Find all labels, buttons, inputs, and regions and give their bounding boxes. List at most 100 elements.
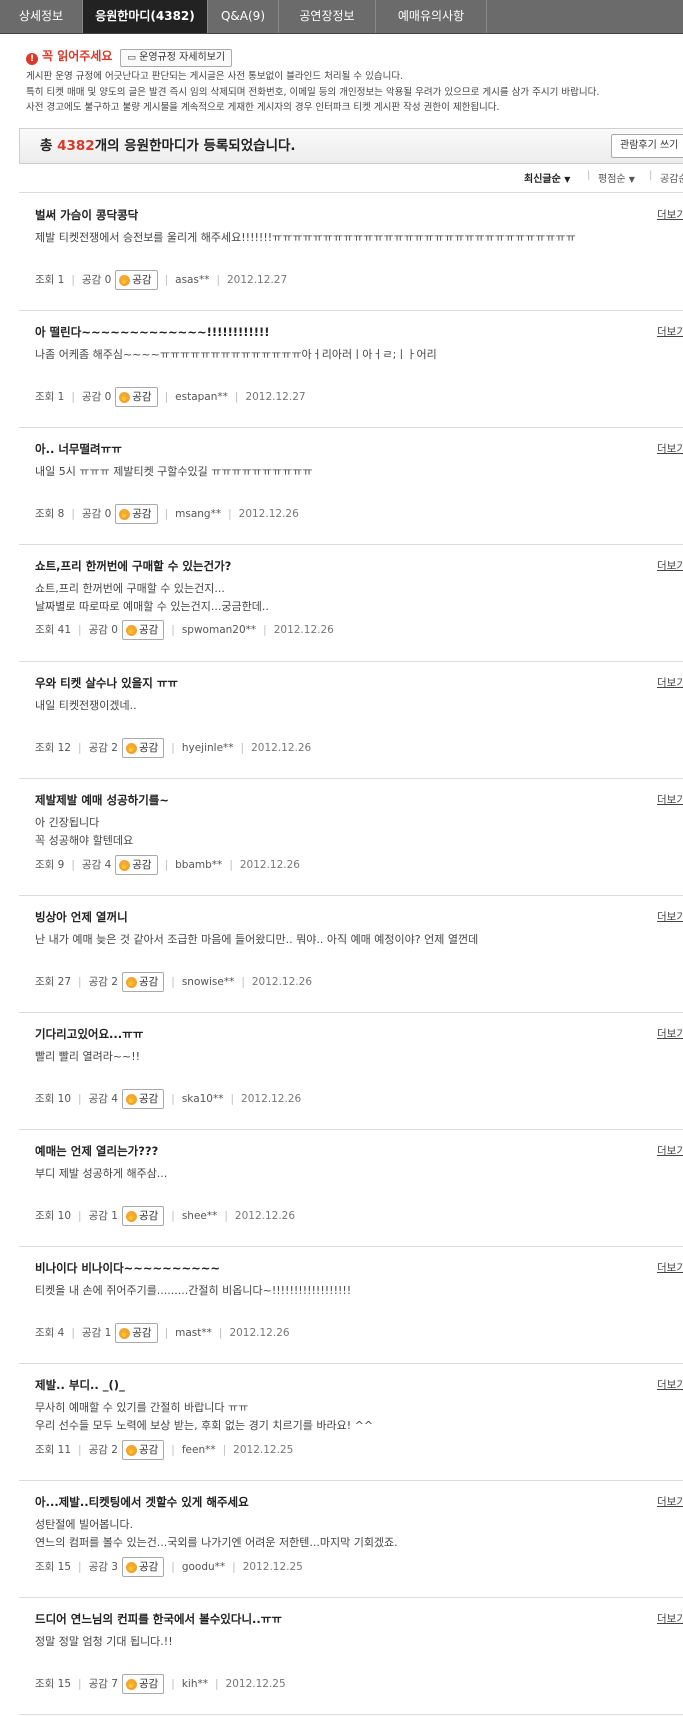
like-button[interactable]: ✋ 공감: [121, 1440, 165, 1460]
tab-booking-notes[interactable]: 예매유의사항: [376, 0, 487, 33]
post-body-line: 성탄절에 빌어봅니다.: [35, 1518, 134, 1531]
divider: |: [171, 1210, 175, 1222]
post-body: 빨리 빨리 열려라~~!!: [35, 1048, 140, 1066]
like-button-label: 공감: [132, 274, 152, 286]
divider: |: [71, 274, 75, 286]
divider: |: [228, 508, 232, 520]
views-count: 9: [57, 859, 65, 871]
thumbs-up-icon: ✋: [125, 742, 137, 754]
post-title[interactable]: 예매는 언제 열리는가???: [35, 1143, 158, 1159]
like-button-label: 공감: [132, 859, 152, 871]
thumbs-up-icon: ✋: [125, 1210, 137, 1222]
write-review-button[interactable]: 관람후기 쓰기: [611, 134, 683, 158]
like-button[interactable]: ✋ 공감: [121, 1089, 165, 1109]
divider: |: [171, 976, 175, 988]
post-title[interactable]: 아...제발..티켓팅에서 겟할수 있게 해주세요: [35, 1494, 249, 1510]
more-link[interactable]: 더보기: [657, 1377, 683, 1392]
post-count: 4382: [57, 138, 95, 154]
more-link[interactable]: 더보기: [657, 324, 683, 339]
author-id: feen**: [181, 1444, 216, 1456]
count-prefix: 총: [40, 138, 58, 154]
views-label: 조회: [35, 391, 55, 403]
post-title[interactable]: 아 떨린다~~~~~~~~~~~~~!!!!!!!!!!!!: [35, 324, 270, 340]
tab-qna[interactable]: Q&A(9): [208, 0, 279, 33]
like-button[interactable]: ✋ 공감: [121, 1557, 165, 1577]
post-title[interactable]: 아.. 너무떨려ㅠㅠ: [35, 441, 122, 457]
post-date: 2012.12.26: [251, 742, 312, 754]
empathy-count: 3: [111, 1561, 118, 1573]
empathy-count: 0: [104, 508, 112, 520]
notice-title: 꼭 읽어주세요: [42, 49, 113, 63]
post-title[interactable]: 비나이다 비나이다~~~~~~~~~~: [35, 1260, 220, 1276]
post-body-line: 빨리 빨리 열려라~~!!: [35, 1050, 141, 1063]
post-body-line: 쇼트,프리 한꺼번에 구매할 수 있는건지...: [35, 582, 225, 595]
like-button-label: 공감: [138, 1210, 159, 1222]
post-title[interactable]: 제발.. 부디.. _()_: [35, 1377, 125, 1393]
more-link[interactable]: 더보기: [657, 207, 683, 222]
more-link[interactable]: 더보기: [657, 1611, 683, 1626]
empathy-count: 1: [104, 1327, 112, 1339]
post-body: 성탄절에 빌어봅니다. 연느의 컴퍼를 볼수 있는건...국외를 나가기엔 어려운…: [35, 1516, 398, 1552]
notice-box: ! 꼭 읽어주세요 ▭ 운영규정 자세히보기 게시판 운영 규정에 어긋난다고 판단…: [26, 47, 666, 116]
like-button[interactable]: ✋ 공감: [121, 1674, 165, 1694]
like-button-label: 공감: [138, 976, 159, 988]
like-button[interactable]: ✋ 공감: [121, 738, 165, 758]
author-id: spwoman20**: [181, 624, 257, 636]
divider: |: [263, 624, 267, 636]
like-button[interactable]: ✋ 공감: [121, 1206, 165, 1226]
views-count: 12: [57, 742, 72, 754]
more-link[interactable]: 더보기: [657, 1494, 683, 1509]
like-button[interactable]: ✋ 공감: [115, 270, 158, 290]
like-button-label: 공감: [132, 508, 152, 520]
post-body-line: 꼭 성공해야 할텐데요: [35, 834, 134, 847]
empathy-count: 0: [104, 391, 112, 403]
views-label: 조회: [35, 1210, 55, 1222]
like-button[interactable]: ✋ 공감: [121, 620, 165, 640]
divider: |: [164, 274, 169, 286]
more-link[interactable]: 더보기: [657, 675, 683, 690]
post-body: 부디 제발 성공하게 해주삼...: [35, 1165, 167, 1183]
like-button[interactable]: ✋ 공감: [115, 1323, 158, 1343]
tab-detail-info[interactable]: 상세정보: [0, 0, 83, 33]
post-title[interactable]: 기다리고있어요...ㅠㅠ: [35, 1026, 143, 1042]
like-button[interactable]: ✋ 공감: [115, 387, 158, 407]
sort-rating[interactable]: 평점순 ▼: [598, 170, 635, 185]
thumbs-up-icon: ✋: [125, 1444, 137, 1456]
post-item: 우와 티켓 살수나 있을지 ㅠㅠ 더보기 내일 티켓전쟁이겠네.. 조회 12 | 공감 …: [19, 661, 683, 779]
more-link[interactable]: 더보기: [657, 792, 683, 807]
caret-down-icon: ▼: [564, 175, 571, 184]
sort-bar: 최신글순 ▼ | 평점순 ▼ | 공감순: [0, 170, 683, 186]
sort-empathy[interactable]: 공감순: [660, 170, 683, 185]
post-title[interactable]: 쇼트,프리 한꺼번에 구매할 수 있는건가?: [35, 558, 231, 574]
rules-detail-label: 운영규정 자세히보기: [139, 52, 226, 63]
post-title[interactable]: 우와 티켓 살수나 있을지 ㅠㅠ: [35, 675, 178, 691]
views-count: 41: [57, 624, 72, 636]
post-body: 정말 정말 엄청 기대 됩니다.!!: [35, 1633, 173, 1651]
more-link[interactable]: 더보기: [657, 1260, 683, 1275]
like-button[interactable]: ✋ 공감: [115, 504, 158, 524]
divider: |: [216, 274, 220, 286]
post-title[interactable]: 빙상아 언제 열꺼니: [35, 909, 128, 925]
tab-cheer-messages[interactable]: 응원한마디(4382): [83, 0, 208, 33]
document-icon: ▭: [127, 53, 136, 63]
post-title[interactable]: 드디어 연느님의 컨피를 한국에서 볼수있다니..ㅠㅠ: [35, 1611, 282, 1627]
post-title[interactable]: 제발제발 예매 성공하기를~: [35, 792, 169, 808]
more-link[interactable]: 더보기: [657, 441, 683, 456]
post-title[interactable]: 벌써 가슴이 콩닥콩닥: [35, 207, 138, 223]
views-count: 1: [57, 274, 65, 286]
author-id: hyejinle**: [181, 742, 234, 754]
empathy-count: 4: [104, 859, 112, 871]
more-link[interactable]: 더보기: [657, 558, 683, 573]
rules-detail-button[interactable]: ▭ 운영규정 자세히보기: [120, 49, 233, 67]
more-link[interactable]: 더보기: [657, 909, 683, 924]
like-button[interactable]: ✋ 공감: [121, 972, 165, 992]
post-date: 2012.12.26: [238, 508, 299, 520]
more-link[interactable]: 더보기: [657, 1026, 683, 1041]
sort-latest[interactable]: 최신글순 ▼: [524, 170, 570, 185]
more-link[interactable]: 더보기: [657, 1143, 683, 1158]
divider: |: [241, 976, 245, 988]
thumbs-up-icon: ✋: [119, 391, 131, 403]
tab-venue-info[interactable]: 공연장정보: [279, 0, 376, 33]
divider: |: [224, 1210, 228, 1222]
like-button[interactable]: ✋ 공감: [115, 855, 158, 875]
